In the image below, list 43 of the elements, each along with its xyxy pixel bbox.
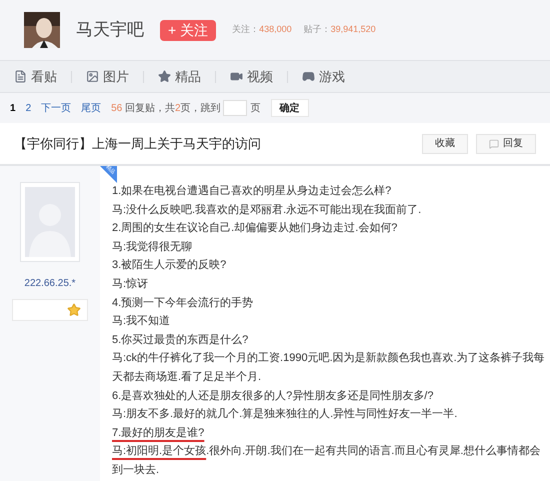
comment-icon	[489, 138, 499, 148]
page-link[interactable]: 2	[26, 100, 32, 116]
last-page-link[interactable]: 尾页	[81, 100, 102, 116]
forum-name: 马天宇吧	[76, 19, 144, 42]
star-icon	[67, 303, 81, 317]
post-text: 3.被陌生人示爱的反映?	[112, 258, 228, 274]
nav-tab[interactable]: 游戏	[302, 66, 345, 86]
post-text: 2.周围的女生在议论自己.却偏偏要从她们身边走过.会如何?	[112, 221, 398, 236]
game-icon	[302, 70, 315, 83]
post-text: 马:朋友不多.最好的就几个.算是独来独往的人.异性与同性好友一半一半.	[112, 407, 458, 422]
page-suffix: 页	[250, 102, 261, 116]
post-text: 马:ck的牛仔裤化了我一个月的工资.1990元吧.因为是新款颜色我也喜欢.为了这条裤子我每天都去商场逛.看了足足半个月.	[112, 350, 546, 385]
post-text: 6.是喜欢独处的人还是朋友很多的人?异性朋友多还是同性朋友多/?	[112, 388, 434, 404]
confirm-button[interactable]: 确定	[270, 99, 309, 117]
nav-tab[interactable]: 精品	[158, 66, 201, 86]
featured-ribbon	[100, 166, 117, 183]
post-text: 马:惊讶	[112, 276, 150, 292]
page-summary: 56 回复贴，共2页，跳到	[111, 102, 221, 116]
post-text: 马:我不知道	[112, 314, 172, 330]
forum-stat: 关注：438,000	[232, 23, 292, 36]
favorite-button[interactable]: 收藏	[422, 134, 468, 154]
nav-tab[interactable]: 图片	[86, 66, 129, 86]
page-number-field[interactable]	[222, 100, 247, 116]
post-text: 马:没什么反映吧.我喜欢的是邓丽君.永远不可能出现在我面前了.	[112, 202, 422, 218]
forum-stat: 贴子：39,941,520	[304, 23, 376, 36]
image-icon	[86, 70, 99, 83]
reply-button[interactable]: 回复	[476, 134, 536, 154]
author-ip: 222.66.25.*	[24, 277, 76, 291]
post-text: 7.最好的朋友是谁?	[112, 426, 206, 441]
star-icon	[158, 70, 171, 83]
thread-title: 【宇你同行】上海一周上关于马天宇的访问	[14, 134, 261, 153]
post-text: 马:初阳明.是个女孩.很外向.开朗.我们在一起有共同的语言.而且心有灵犀.想什么事情都会到一块去.	[112, 444, 542, 478]
post-text: 马:我觉得很无聊	[112, 240, 194, 255]
doc-icon	[14, 70, 27, 83]
post-text: 5.你买过最贵的东西是什么?	[112, 332, 250, 348]
follow-button[interactable]: + 关注	[160, 20, 216, 40]
page-link[interactable]: 1	[10, 100, 16, 116]
post-text: 4.预测一下今年会流行的手势	[112, 296, 254, 311]
post-text: 1.如果在电视台遭遇自己喜欢的明星从身边走过会怎么样?	[112, 184, 392, 199]
video-icon	[230, 70, 243, 83]
nav-tab[interactable]: 看贴	[14, 66, 57, 86]
next-page-link[interactable]: 下一页	[41, 100, 72, 116]
nav-tab[interactable]: 视频	[230, 66, 273, 86]
